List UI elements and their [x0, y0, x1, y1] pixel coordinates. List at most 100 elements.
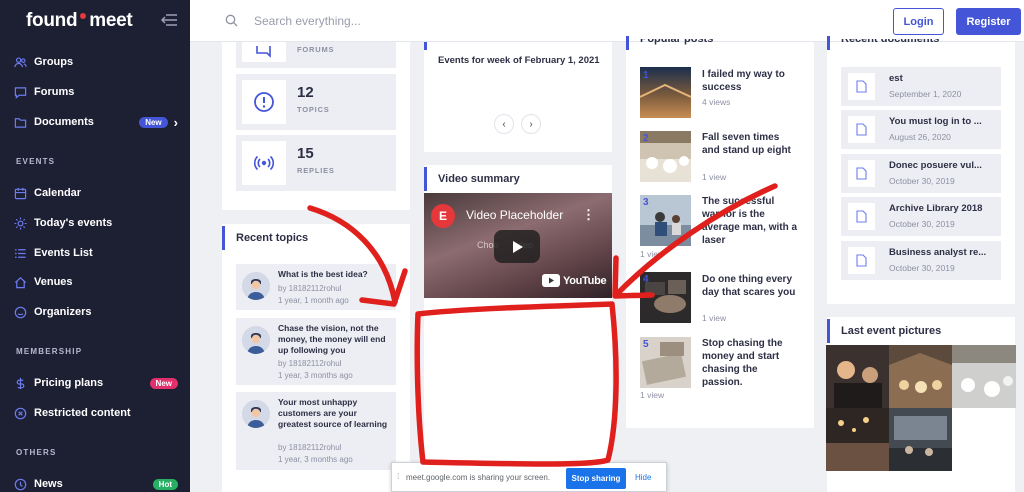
sidebar-item-label: News [34, 478, 63, 490]
document-item[interactable]: Business analyst re... October 30, 2019 [841, 241, 1001, 280]
sidebar-item-todays-events[interactable]: Today's events [14, 212, 184, 234]
youtube-icon [542, 274, 560, 287]
sidebar-item-groups[interactable]: Groups [14, 51, 184, 73]
sidebar-item-organizers[interactable]: Organizers [14, 301, 184, 323]
document-item[interactable]: You must log in to ... August 26, 2020 [841, 110, 1001, 149]
home-icon [14, 276, 27, 288]
sidebar-item-restricted-content[interactable]: Restricted content [14, 402, 184, 424]
drag-handle-icon[interactable]: ⁞ [397, 472, 399, 481]
sidebar-item-pricing-plans[interactable]: Pricing plans New [14, 372, 184, 394]
user-avatar-icon [242, 272, 270, 300]
topic-time: 1 year, 3 months ago [278, 455, 353, 464]
title-accent [827, 319, 830, 343]
document-item[interactable]: Donec posuere vul... October 30, 2019 [841, 154, 1001, 193]
block-icon [14, 407, 27, 419]
chat-icon [14, 86, 27, 99]
carousel-prev-button[interactable]: ‹ [494, 114, 514, 134]
document-item[interactable]: Archive Library 2018 October 30, 2019 [841, 197, 1001, 236]
user-avatar-icon [242, 400, 270, 428]
stat-forums[interactable]: FORUMS [236, 42, 396, 68]
topic-item[interactable]: Chase the vision, not the money, the mon… [236, 318, 396, 385]
document-title[interactable]: You must log in to ... [889, 116, 997, 127]
document-date: August 26, 2020 [889, 132, 951, 142]
document-title[interactable]: Archive Library 2018 [889, 203, 997, 214]
video-player[interactable]: E Video Placeholder ⋮ Choo ideo YouTube [424, 193, 612, 298]
hide-button[interactable]: Hide [635, 473, 651, 482]
document-title[interactable]: est [889, 73, 997, 84]
sidebar-item-forums[interactable]: Forums [14, 81, 184, 103]
document-item[interactable]: est September 1, 2020 [841, 67, 1001, 106]
list-icon [15, 248, 26, 258]
logo[interactable]: found meet [26, 10, 133, 32]
topic-item[interactable]: What is the best idea? by 18182112rohul … [236, 264, 396, 310]
user-avatar-icon [242, 326, 270, 354]
stat-topics[interactable]: 12 TOPICS [236, 74, 396, 130]
avatar [242, 400, 270, 428]
video-title: Video summary [438, 173, 520, 185]
title-accent [222, 226, 225, 250]
post-rank: 4 [643, 274, 649, 285]
search-input[interactable] [254, 11, 554, 31]
calendar-icon [14, 187, 27, 199]
login-button[interactable]: Login [893, 8, 944, 35]
recent-topics-title: Recent topics [236, 232, 309, 244]
section-membership: MEMBERSHIP [16, 347, 83, 356]
sidebar-item-documents[interactable]: Documents New › [14, 111, 184, 133]
file-icon [856, 254, 867, 267]
new-badge: New [139, 116, 168, 128]
avatar [242, 326, 270, 354]
logo-left: found [26, 10, 78, 31]
topic-author[interactable]: by 18182112rohul [278, 358, 390, 369]
play-button[interactable] [494, 230, 540, 263]
search-icon[interactable] [225, 14, 238, 27]
sidebar-item-label: Pricing plans [34, 377, 104, 389]
topic-author[interactable]: by 18182112rohul [278, 442, 390, 453]
file-icon [856, 123, 867, 136]
topic-title[interactable]: Chase the vision, not the money, the mon… [278, 323, 390, 356]
topic-title[interactable]: What is the best idea? [278, 269, 390, 280]
topic-time: 1 year, 3 months ago [278, 371, 353, 380]
sidebar-item-news[interactable]: News Hot [14, 473, 184, 492]
event-picture[interactable] [826, 345, 889, 408]
carousel-next-button[interactable]: › [521, 114, 541, 134]
event-picture[interactable] [826, 408, 889, 471]
document-title[interactable]: Donec posuere vul... [889, 160, 997, 171]
collapse-menu-icon[interactable] [160, 13, 178, 27]
stat-replies[interactable]: 15 REPLIES [236, 135, 396, 191]
event-picture[interactable] [889, 345, 952, 408]
stat-icon-box [242, 80, 286, 124]
doc-icon-box [848, 160, 875, 187]
users-icon [14, 56, 27, 67]
stop-sharing-button[interactable]: Stop sharing [566, 468, 626, 489]
more-options-icon[interactable]: ⋮ [582, 207, 595, 223]
post-rank: 2 [643, 133, 649, 144]
register-button[interactable]: Register [956, 8, 1021, 35]
sidebar-item-label: Events List [34, 247, 93, 259]
topic-author[interactable]: by 18182112rohul [278, 283, 390, 294]
top-header: Login Register [190, 0, 1024, 42]
document-date: October 30, 2019 [889, 219, 955, 229]
document-title[interactable]: Business analyst re... [889, 247, 997, 258]
sidebar-item-calendar[interactable]: Calendar [14, 182, 184, 204]
sidebar-item-venues[interactable]: Venues [14, 271, 184, 293]
event-picture[interactable] [889, 408, 952, 471]
post-rank: 3 [643, 197, 649, 208]
chevron-right-icon[interactable]: › [174, 115, 178, 130]
doc-icon-box [848, 116, 875, 143]
new-badge: New [149, 377, 178, 389]
event-picture[interactable] [952, 345, 1016, 408]
stat-label: FORUMS [297, 45, 335, 54]
youtube-logo[interactable]: YouTube [542, 274, 607, 287]
post-title[interactable]: Do one thing every day that scares you [702, 273, 798, 299]
sidebar-item-events-list[interactable]: Events List [14, 242, 184, 264]
topic-title[interactable]: Your most unhappy customers are your gre… [278, 397, 390, 430]
news-icon [14, 478, 27, 490]
post-views: 1 view [702, 172, 727, 182]
post-title[interactable]: Fall seven times and stand up eight [702, 131, 798, 157]
post-views: 4 views [702, 97, 731, 107]
post-title[interactable]: I failed my way to success [702, 68, 798, 94]
topic-item[interactable]: Your most unhappy customers are your gre… [236, 392, 396, 470]
file-icon [856, 167, 867, 180]
post-title[interactable]: The successful warrior is the average ma… [702, 195, 798, 247]
post-title[interactable]: Stop chasing the money and start chasing… [702, 337, 798, 389]
